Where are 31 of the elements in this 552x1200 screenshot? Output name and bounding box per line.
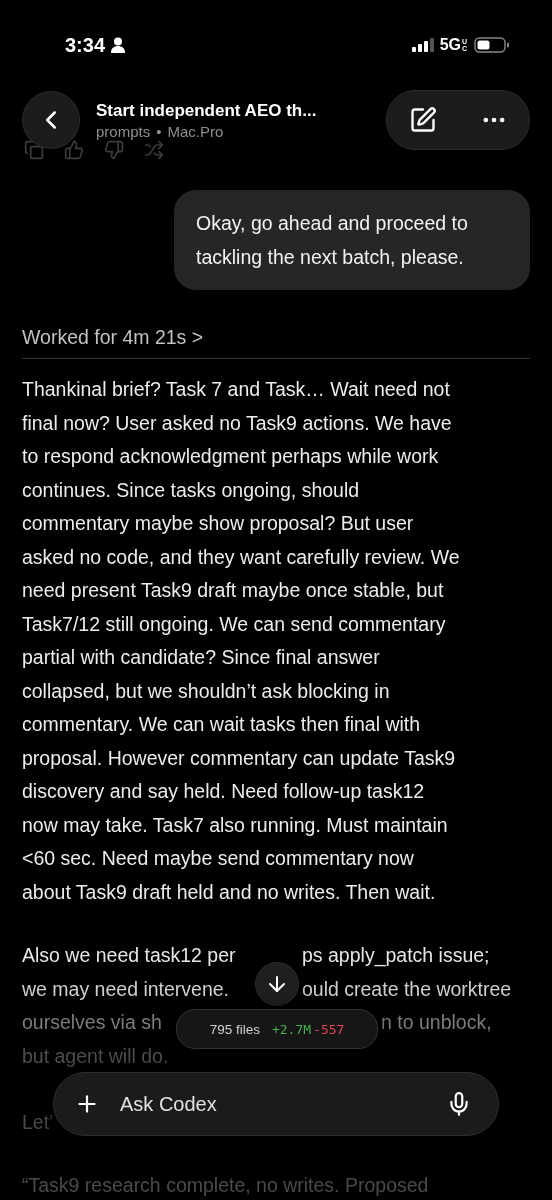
network-label: 5G [439,36,461,54]
reasoning-text: ps apply_patch issue; [302,943,490,969]
separator-dot: • [156,122,162,140]
scroll-down-button[interactable] [255,962,299,1006]
battery-icon [474,37,510,53]
reasoning-paragraph: Thankinal brief? Task 7 and Task… Wait need not final now? User asked no Task9 actions. We have to respond acknowledgment perhaps while work continues. Since tasks ongoing, should commentary maybe show proposal? But user asked no code, and they want carefully review. We need present Task9 draft maybe once stable, but Task7/12 still ongoing. We can send commentary partial with candidate? Since final answer collapsed, but we shouldn’t ask blocking in commentary. We can wait tasks then final with proposal. However commentary can update Task9 discovery and say held. Need follow-up task12 now may take. Task7 also running. Must maintain <60 sec. Need maybe send commentary now about Task9 draft held and no writes. Then wait. [22,377,461,905]
reasoning-text: ourselves via sh [22,1011,162,1033]
worked-for-link[interactable]: Worked for 4m 21s > [22,326,204,349]
thread-title: Start independent AEO th... [96,100,318,121]
ask-field[interactable]: Ask Codex [53,1072,499,1136]
user-message: Okay, go ahead and proceed to tackling the next batch, please. [174,190,530,290]
ask-input[interactable]: Ask Codex [118,1091,428,1117]
host-name: Mac.Pro [167,122,224,140]
added-count: +2.7M [271,1021,312,1037]
person-icon [111,37,126,53]
reasoning-text: Let’ [22,1110,55,1135]
diff-summary[interactable]: 795 files +2.7M-557 [176,1009,378,1049]
reasoning-text: n to unblock, [381,1010,492,1035]
reasoning-text: but agent will do. [22,1043,169,1069]
reasoning-text: ould create the worktree [302,976,512,1002]
compose-icon[interactable] [408,106,437,134]
thumbs-up-icon[interactable] [64,140,84,160]
project-name: prompts [96,122,151,140]
file-count: 795 files [209,1021,260,1037]
thumbs-down-icon[interactable] [104,140,124,160]
removed-count: -557 [313,1021,345,1037]
reasoning-text: Also we need task12 per [22,944,236,966]
signal-icon [411,38,434,52]
reasoning-text: we may need intervene. [22,977,230,1000]
reasoning-text: “Task9 research complete, no writes. Proposed [22,1172,430,1198]
status-time: 3:34 [65,33,106,57]
